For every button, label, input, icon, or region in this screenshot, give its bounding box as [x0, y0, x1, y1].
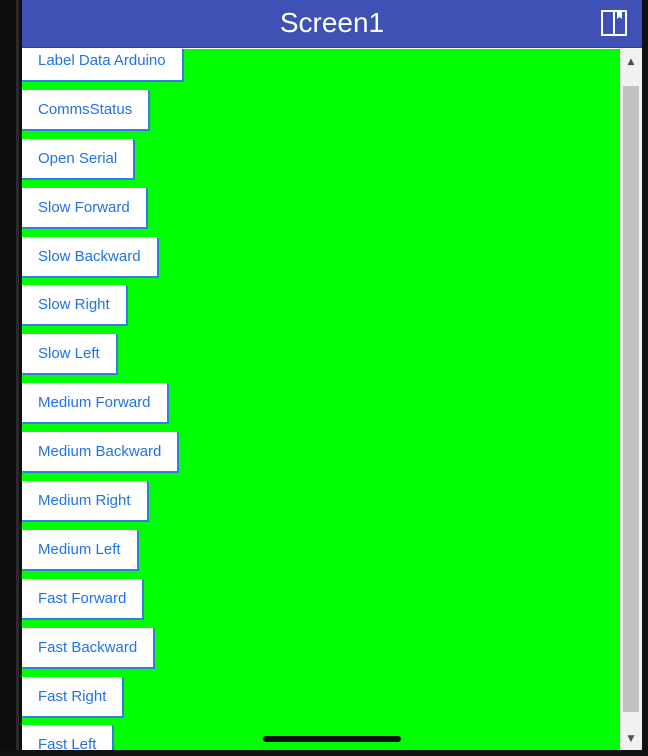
title-bar: Screen1 — [22, 0, 642, 48]
vertical-scrollbar[interactable]: ▲ ▼ — [620, 49, 642, 750]
scroll-thumb[interactable] — [623, 86, 639, 712]
scroll-up-arrow-icon[interactable]: ▲ — [620, 51, 642, 73]
label-data-arduino-button[interactable]: Label Data Arduino — [22, 49, 183, 81]
home-indicator[interactable] — [263, 736, 401, 742]
medium-left-button[interactable]: Medium Left — [22, 529, 138, 570]
medium-backward-button[interactable]: Medium Backward — [22, 432, 179, 473]
device-bezel-left — [0, 0, 22, 756]
scroll-down-arrow-icon[interactable]: ▼ — [620, 728, 642, 750]
fast-right-button[interactable]: Fast Right — [22, 676, 124, 717]
open-serial-button[interactable]: Open Serial — [22, 138, 135, 179]
slow-forward-button[interactable]: Slow Forward — [22, 187, 147, 228]
fast-forward-button[interactable]: Fast Forward — [22, 578, 144, 619]
slow-left-button[interactable]: Slow Left — [22, 334, 117, 375]
fast-left-button[interactable]: Fast Left — [22, 725, 114, 750]
book-icon[interactable] — [600, 9, 628, 37]
device-bezel-right — [642, 0, 648, 756]
slow-right-button[interactable]: Slow Right — [22, 285, 127, 326]
device-bezel-bottom — [0, 750, 648, 756]
screen-area: Label Data Arduino CommsStatus Open Seri… — [22, 49, 620, 750]
comms-status-button[interactable]: CommsStatus — [22, 89, 150, 130]
medium-right-button[interactable]: Medium Right — [22, 481, 148, 522]
slow-backward-button[interactable]: Slow Backward — [22, 236, 158, 277]
screen-title: Screen1 — [279, 7, 385, 38]
medium-forward-button[interactable]: Medium Forward — [22, 383, 168, 424]
button-list: Label Data Arduino CommsStatus Open Seri… — [22, 49, 620, 750]
fast-backward-button[interactable]: Fast Backward — [22, 627, 155, 668]
phone-frame: Screen1 Label Data Arduino CommsStatus O… — [0, 0, 648, 756]
